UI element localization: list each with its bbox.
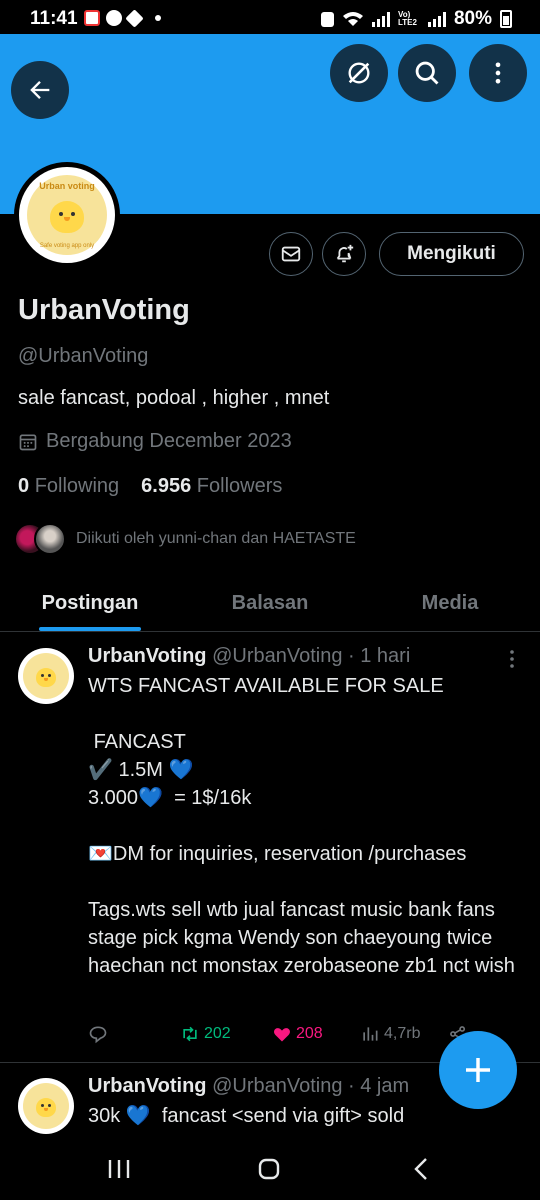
post-header: UrbanVoting @UrbanVoting · 4 jam — [88, 1075, 409, 1098]
avatar-logo: Urban voting Safe voting app only — [19, 167, 115, 263]
profile-avatar[interactable]: Urban voting Safe voting app only — [14, 162, 120, 268]
drive-icon — [125, 8, 144, 28]
signal-icon — [371, 11, 390, 27]
mail-icon — [281, 246, 301, 262]
search-button[interactable] — [398, 44, 456, 102]
bar-chart-icon — [363, 1027, 378, 1041]
message-button[interactable] — [269, 232, 313, 276]
post-text: 30k 💙 fancast <send via gift> sold — [88, 1105, 405, 1127]
status-time: 11:41 — [30, 8, 78, 29]
battery-icon — [500, 10, 512, 28]
vertical-dots-icon — [495, 62, 501, 84]
followed-by[interactable]: Diikuti oleh yunni-chan dan HAETASTE — [14, 523, 356, 555]
post-meta: @UrbanVoting · 4 jam — [212, 1075, 410, 1097]
profile-handle: @UrbanVoting — [18, 345, 149, 367]
notify-button[interactable] — [322, 232, 366, 276]
following-link[interactable]: 0 Following — [18, 475, 119, 498]
like-button[interactable]: 208 — [272, 1024, 360, 1044]
more-options-button[interactable] — [469, 44, 527, 102]
post-meta: @UrbanVoting · 1 hari — [212, 645, 411, 667]
search-icon — [415, 61, 439, 85]
followed-by-text: Diikuti oleh yunni-chan dan HAETASTE — [76, 530, 356, 547]
signal-2-icon — [427, 11, 446, 27]
post-header: UrbanVoting @UrbanVoting · 1 hari — [88, 645, 410, 668]
tab-label: Balasan — [231, 592, 309, 614]
chick-icon — [50, 201, 84, 233]
post-avatar[interactable] — [18, 1078, 74, 1134]
recent-apps-button[interactable] — [106, 1156, 132, 1182]
back-button[interactable] — [11, 61, 69, 119]
tab-postingan[interactable]: Postingan — [0, 576, 180, 631]
following-button[interactable]: Mengikuti — [379, 232, 524, 276]
views-button[interactable]: 4,7rb — [360, 1024, 448, 1044]
tab-label: Postingan — [41, 592, 139, 614]
grok-button[interactable] — [330, 44, 388, 102]
plus-icon — [466, 1058, 490, 1082]
retweet-icon — [183, 1026, 197, 1042]
tab-label: Media — [421, 592, 479, 614]
battery-percent: 80% — [453, 8, 492, 29]
post-avatar[interactable] — [18, 648, 74, 704]
profile-name: UrbanVoting — [18, 294, 190, 326]
alarm-icon — [320, 11, 334, 27]
avatar-bottom-text: Safe voting app only — [39, 243, 95, 249]
profile-tabs: Postingan Balasan Media — [0, 576, 540, 632]
compose-button[interactable] — [439, 1031, 517, 1109]
heart-icon — [274, 1028, 290, 1042]
reply-button[interactable] — [88, 1024, 180, 1044]
following-count: 0 — [18, 475, 30, 497]
followers-link[interactable]: 6.956 Followers — [141, 475, 282, 498]
followers-label: Followers — [196, 475, 283, 497]
home-button[interactable] — [256, 1156, 282, 1182]
arrow-left-icon — [30, 81, 50, 99]
post-text: WTS FANCAST AVAILABLE FOR SALE FANCAST ✔… — [88, 675, 515, 977]
post[interactable]: UrbanVoting @UrbanVoting · 1 hari WTS FA… — [0, 633, 540, 1063]
post-author-name[interactable]: UrbanVoting — [88, 1075, 207, 1097]
more-notifications-dot-icon — [155, 15, 161, 21]
chick-icon — [36, 668, 56, 687]
avatar-top-text: Urban voting — [39, 181, 95, 191]
status-bar: 11:41 Vo) LTE2 80% — [0, 0, 540, 34]
chevron-left-icon — [414, 1158, 427, 1180]
tab-media[interactable]: Media — [360, 576, 540, 631]
app-notification-icon — [84, 10, 100, 26]
joined-text: Bergabung December 2023 — [46, 430, 292, 452]
post-more-icon[interactable] — [508, 649, 516, 669]
system-nav-bar — [0, 1138, 540, 1200]
joined-date: Bergabung December 2023 — [18, 430, 292, 453]
retweet-button[interactable]: 202 — [180, 1024, 272, 1044]
home-icon — [258, 1158, 280, 1180]
lte-label: Vo) LTE2 — [397, 10, 417, 27]
follower-avatar — [34, 523, 66, 555]
slash-circle-icon — [348, 62, 370, 84]
notification-icons — [84, 8, 161, 28]
profile-stats: 0 Following 6.956 Followers — [18, 475, 282, 498]
account-icon — [106, 10, 122, 26]
bell-plus-icon — [336, 244, 354, 263]
recent-apps-icon — [108, 1160, 130, 1178]
retweet-count: 202 — [204, 1025, 231, 1042]
status-right: Vo) LTE2 80% — [320, 8, 512, 30]
reply-icon — [89, 1026, 107, 1044]
calendar-icon — [19, 434, 37, 450]
chick-icon — [36, 1098, 56, 1117]
following-label: Following — [34, 475, 120, 497]
like-count: 208 — [296, 1025, 323, 1042]
tab-balasan[interactable]: Balasan — [180, 576, 360, 631]
post-author-name[interactable]: UrbanVoting — [88, 645, 207, 667]
back-nav-button[interactable] — [408, 1156, 434, 1182]
followers-count: 6.956 — [141, 475, 192, 497]
wifi-icon — [342, 12, 363, 26]
view-count: 4,7rb — [384, 1025, 421, 1042]
profile-bio: sale fancast, podoal , higher , mnet — [18, 387, 330, 409]
